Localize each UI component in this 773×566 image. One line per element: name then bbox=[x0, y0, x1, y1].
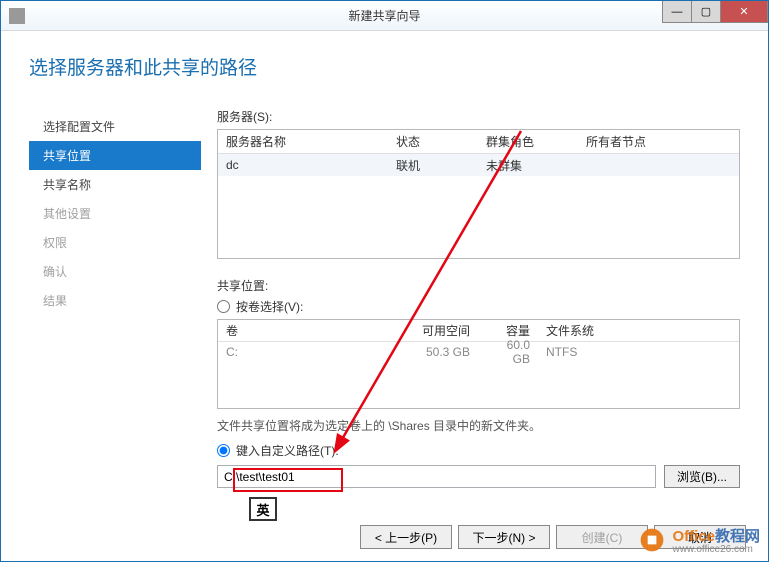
custom-path-input[interactable] bbox=[217, 465, 656, 488]
step-sharename[interactable]: 共享名称 bbox=[29, 170, 201, 199]
wizard-window: 新建共享向导 — ▢ ✕ 选择服务器和此共享的路径 选择配置文件 共享位置 共享… bbox=[0, 0, 769, 562]
radio-custom-path[interactable] bbox=[217, 444, 230, 457]
create-button: 创建(C) bbox=[556, 525, 648, 549]
step-profile[interactable]: 选择配置文件 bbox=[29, 112, 201, 141]
watermark-brand1: Office bbox=[672, 528, 715, 545]
close-button[interactable]: ✕ bbox=[720, 1, 768, 23]
col-filesystem[interactable]: 文件系统 bbox=[538, 322, 618, 339]
main-panel: 服务器(S): 服务器名称 状态 群集角色 所有者节点 dc 联机 未群集 bbox=[201, 108, 740, 498]
step-location[interactable]: 共享位置 bbox=[29, 141, 201, 170]
server-row[interactable]: dc 联机 未群集 bbox=[218, 154, 739, 176]
radio-custom-path-label: 键入自定义路径(T): bbox=[236, 442, 339, 459]
office-logo-icon bbox=[638, 526, 666, 554]
col-status[interactable]: 状态 bbox=[388, 133, 478, 150]
col-free-space[interactable]: 可用空间 bbox=[408, 322, 478, 339]
step-permissions: 权限 bbox=[29, 228, 201, 257]
watermark: Office教程网 www.office26.com bbox=[638, 525, 760, 555]
previous-button[interactable]: < 上一步(P) bbox=[360, 525, 452, 549]
watermark-brand2: 教程网 bbox=[715, 528, 760, 545]
wizard-steps-sidebar: 选择配置文件 共享位置 共享名称 其他设置 权限 确认 结果 bbox=[29, 108, 201, 498]
col-volume[interactable]: 卷 bbox=[218, 322, 408, 339]
col-cluster-role[interactable]: 群集角色 bbox=[478, 133, 578, 150]
col-capacity[interactable]: 容量 bbox=[478, 322, 538, 339]
step-result: 结果 bbox=[29, 286, 201, 315]
browse-button[interactable]: 浏览(B)... bbox=[664, 465, 740, 488]
radio-by-volume[interactable] bbox=[217, 300, 230, 313]
step-other: 其他设置 bbox=[29, 199, 201, 228]
servers-header: 服务器名称 状态 群集角色 所有者节点 bbox=[218, 130, 739, 154]
titlebar: 新建共享向导 — ▢ ✕ bbox=[1, 1, 768, 31]
app-icon bbox=[9, 8, 25, 24]
minimize-button[interactable]: — bbox=[662, 1, 692, 23]
page-title: 选择服务器和此共享的路径 bbox=[29, 53, 740, 80]
maximize-button[interactable]: ▢ bbox=[691, 1, 721, 23]
next-button[interactable]: 下一步(N) > bbox=[458, 525, 550, 549]
col-server-name[interactable]: 服务器名称 bbox=[218, 133, 388, 150]
step-confirm: 确认 bbox=[29, 257, 201, 286]
watermark-url: www.office26.com bbox=[672, 544, 760, 555]
radio-by-volume-label: 按卷选择(V): bbox=[236, 298, 303, 315]
servers-label: 服务器(S): bbox=[217, 108, 740, 125]
col-owner-node[interactable]: 所有者节点 bbox=[578, 133, 739, 150]
share-location-label: 共享位置: bbox=[217, 277, 740, 294]
volume-row[interactable]: C: 50.3 GB 60.0 GB NTFS bbox=[218, 342, 739, 362]
ime-indicator[interactable]: 英 bbox=[249, 497, 277, 521]
volume-table[interactable]: 卷 可用空间 容量 文件系统 C: 50.3 GB 60.0 GB NTFS bbox=[217, 319, 740, 409]
radio-custom-path-row[interactable]: 键入自定义路径(T): bbox=[217, 442, 740, 459]
window-title: 新建共享向导 bbox=[348, 7, 420, 24]
servers-table[interactable]: 服务器名称 状态 群集角色 所有者节点 dc 联机 未群集 bbox=[217, 129, 740, 259]
radio-by-volume-row[interactable]: 按卷选择(V): bbox=[217, 298, 740, 315]
helper-text: 文件共享位置将成为选定卷上的 \Shares 目录中的新文件夹。 bbox=[217, 417, 740, 434]
